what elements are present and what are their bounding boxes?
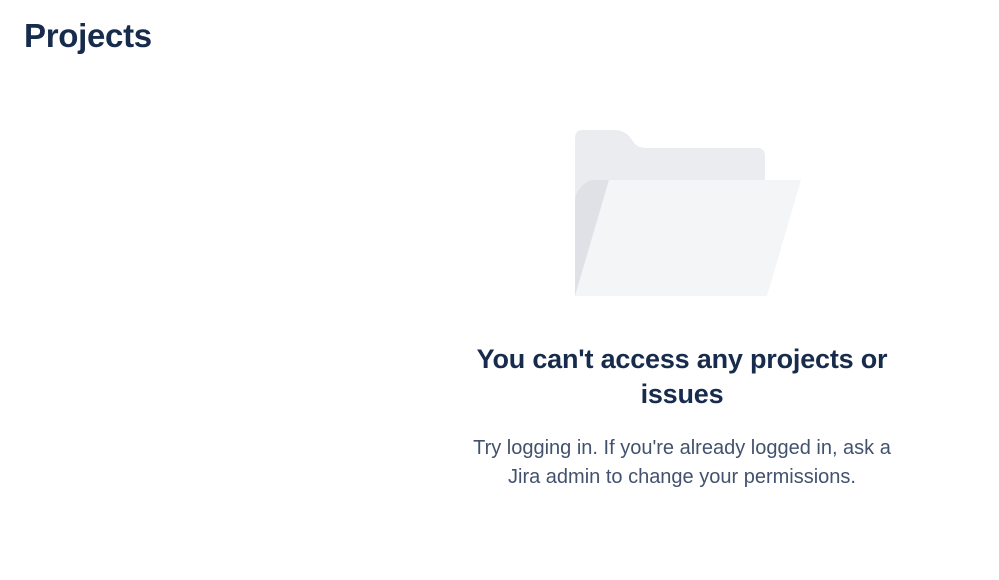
folder-icon xyxy=(575,130,801,296)
page-title: Projects xyxy=(24,17,152,54)
empty-state: You can't access any projects or issues … xyxy=(462,130,902,492)
projects-page: Projects You can't access any projects o… xyxy=(0,0,999,580)
empty-state-message: Try logging in. If you're already logged… xyxy=(473,437,891,488)
empty-state-heading: You can't access any projects or issues xyxy=(476,344,888,409)
